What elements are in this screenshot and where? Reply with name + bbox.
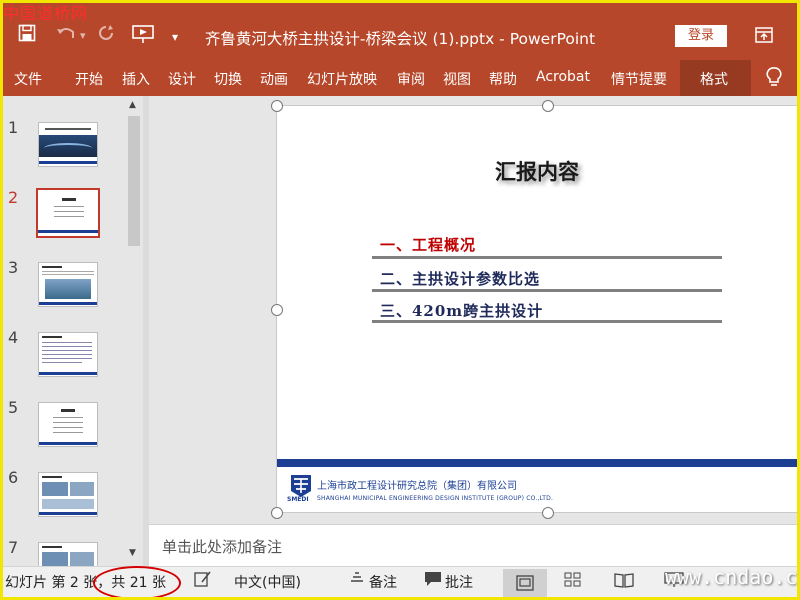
comments-icon[interactable]	[424, 571, 442, 591]
slide-sorter-icon[interactable]	[564, 572, 582, 592]
tab-design[interactable]: 设计	[168, 69, 196, 89]
slide-thumbnail-3[interactable]	[38, 262, 98, 307]
tell-me-lightbulb-icon[interactable]	[766, 67, 782, 87]
logo-text: SMEDI	[287, 496, 309, 503]
tab-review[interactable]: 审阅	[397, 69, 425, 89]
watermark-bottom: www.cndao.com	[665, 565, 800, 589]
resize-handle[interactable]	[542, 100, 554, 112]
notes-placeholder[interactable]: 单击此处添加备注	[162, 536, 282, 557]
thumbnail-number: 7	[8, 538, 19, 557]
red-annotation-ellipse	[93, 566, 181, 600]
accessibility-icon[interactable]	[193, 570, 213, 592]
tab-slideshow[interactable]: 幻灯片放映	[307, 69, 377, 89]
login-button[interactable]: 登录	[675, 25, 727, 47]
language-status[interactable]: 中文(中国)	[234, 572, 301, 592]
tab-home[interactable]: 开始	[75, 69, 103, 89]
company-name-en: SHANGHAI MUNICIPAL ENGINEERING DESIGN IN…	[317, 495, 554, 502]
tab-view[interactable]: 视图	[443, 69, 471, 89]
tab-format[interactable]: 格式	[680, 60, 751, 96]
pane-divider[interactable]	[143, 96, 149, 566]
tab-file[interactable]: 文件	[14, 69, 42, 89]
scrollbar-thumb[interactable]	[128, 116, 140, 246]
reading-view-icon[interactable]	[614, 572, 634, 592]
thumbnail-number: 4	[8, 328, 19, 347]
title-bar: ▾ ▾ 齐鲁黄河大桥主拱设计-桥梁会议 (1).pptx - PowerPoin…	[0, 0, 800, 60]
company-name-cn: 上海市政工程设计研究总院（集团）有限公司	[317, 481, 517, 492]
slide-thumbnail-1[interactable]	[38, 122, 98, 167]
agenda-item-1[interactable]: 一、工程概况	[380, 234, 476, 255]
slide-thumbnail-5[interactable]	[38, 402, 98, 447]
tab-help[interactable]: 帮助	[489, 69, 517, 89]
resize-handle[interactable]	[542, 507, 554, 519]
slide-footer-band	[277, 459, 797, 467]
thumbnail-scrollbar[interactable]: ▲ ▼	[125, 96, 143, 566]
slide-title[interactable]: 汇报内容	[277, 156, 797, 186]
tab-acrobat[interactable]: Acrobat	[536, 69, 590, 85]
thumbnail-number: 1	[8, 118, 19, 137]
notes-toggle[interactable]: 备注	[369, 572, 397, 592]
notes-pane[interactable]: 单击此处添加备注	[149, 524, 800, 567]
comments-toggle[interactable]: 批注	[445, 572, 473, 592]
agenda-item-2[interactable]: 二、主拱设计参数比选	[380, 268, 540, 289]
tab-animations[interactable]: 动画	[260, 69, 288, 89]
resize-handle[interactable]	[271, 304, 283, 316]
thumbnail-pane: 1 2 3 4 5 6 7	[0, 96, 125, 570]
agenda-item-3[interactable]: 三、420m跨主拱设计	[380, 300, 543, 321]
agenda-divider	[372, 320, 722, 323]
thumbnail-number: 6	[8, 468, 19, 487]
tab-transitions[interactable]: 切换	[214, 69, 242, 89]
slide-thumbnail-6[interactable]	[38, 472, 98, 517]
slide-thumbnail-2[interactable]	[36, 188, 100, 238]
tab-format-label: 格式	[700, 72, 728, 88]
agenda-divider	[372, 289, 722, 292]
slide-canvas[interactable]: 汇报内容 一、工程概况 二、主拱设计参数比选 三、420m跨主拱设计 SMEDI…	[277, 106, 797, 512]
slide-thumbnail-4[interactable]	[38, 332, 98, 377]
notes-icon[interactable]	[350, 571, 364, 589]
scroll-down-icon[interactable]: ▼	[129, 548, 136, 558]
company-logo: SMEDI	[287, 473, 313, 503]
normal-view-button[interactable]	[503, 569, 547, 597]
thumbnail-number: 3	[8, 258, 19, 277]
watermark-top: 中国道桥网	[3, 4, 89, 23]
thumbnail-number-selected: 2	[8, 188, 19, 207]
thumbnail-number: 5	[8, 398, 19, 417]
tab-storyboard[interactable]: 情节提要	[611, 69, 667, 89]
scroll-up-icon[interactable]: ▲	[129, 100, 136, 110]
ribbon-display-options-icon[interactable]	[755, 27, 773, 48]
resize-handle[interactable]	[271, 507, 283, 519]
tab-insert[interactable]: 插入	[122, 69, 150, 89]
resize-handle[interactable]	[271, 100, 283, 112]
agenda-divider	[372, 256, 722, 259]
